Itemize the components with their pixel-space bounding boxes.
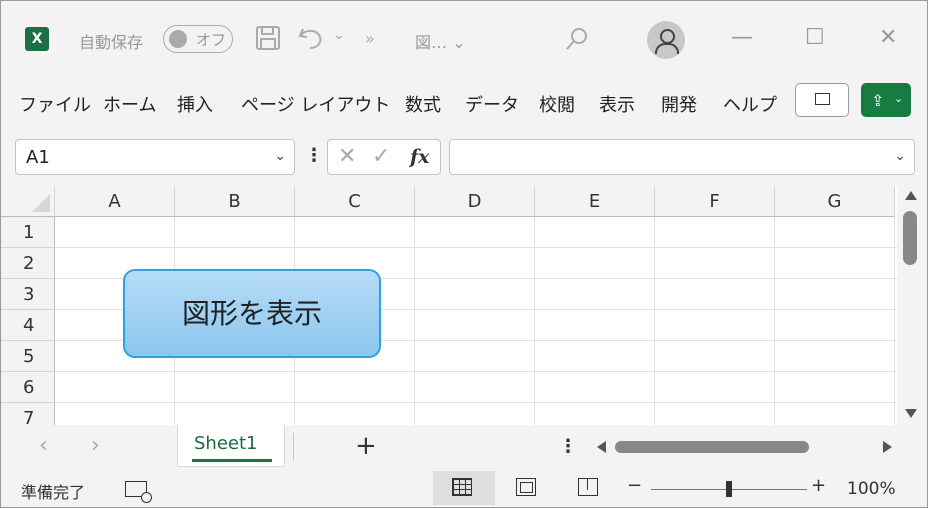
cancel-icon[interactable]: ✕ [338,144,356,169]
save-icon[interactable] [255,25,281,56]
autosave-toggle-state: オフ [196,31,227,49]
avatar[interactable] [647,21,685,59]
expand-formula-icon[interactable]: ⌄ [894,148,906,164]
share-icon: ⇪ [871,91,885,110]
tab-file[interactable]: ファイル [19,91,91,117]
name-box[interactable]: A1 ⌄ [15,139,295,175]
tab-developer[interactable]: 開発 [661,91,697,117]
column-headers: A B C D E F G [55,187,895,217]
minimize-icon[interactable]: — [731,25,753,50]
tab-page-layout[interactable]: ページ レイアウト [241,91,390,117]
status-ready: 準備完了 [21,483,86,502]
show-shape-button[interactable]: 図形を表示 [123,269,381,358]
row-headers: 1 2 3 4 5 6 7 [1,217,55,425]
maximize-icon[interactable]: ☐ [805,25,825,50]
comments-button[interactable] [795,83,849,117]
tab-review[interactable]: 校閲 [539,91,575,117]
next-sheet-icon[interactable]: › [91,433,100,458]
tab-formulas[interactable]: 数式 [405,91,441,117]
close-icon[interactable]: ✕ [879,25,897,50]
sheet-tab-bar: ‹ › Sheet1 + ⋮ [1,425,927,469]
normal-view-button[interactable] [433,471,495,505]
tab-insert[interactable]: 挿入 [177,91,213,117]
column-header[interactable]: G [775,187,895,217]
undo-dropdown-icon[interactable]: ⌄ [333,27,345,43]
zoom-in-button[interactable]: + [811,475,826,496]
row-header[interactable]: 5 [1,341,55,372]
tab-bar-more-icon[interactable]: ⋮ [559,436,577,457]
column-header[interactable]: C [295,187,415,217]
autosave-toggle[interactable]: オフ [163,25,233,53]
normal-view-icon [452,478,472,496]
worksheet-grid: A B C D E F G 1 2 3 4 5 6 7 図形を表示 [1,187,927,425]
column-header[interactable]: F [655,187,775,217]
select-all-button[interactable] [1,187,55,217]
page-layout-icon [516,478,536,496]
toggle-knob [169,30,187,48]
excel-window: X 自動保存 オフ ⌄ » 図… ⌄ — ☐ ✕ ファイル ホーム 挿入 ページ… [0,0,928,508]
logo-letter: X [31,31,43,47]
share-dropdown-icon: ⌄ [894,92,904,105]
title-bar: X 自動保存 オフ ⌄ » 図… ⌄ — ☐ ✕ [1,1,927,79]
formula-bar-more-icon[interactable]: ⋮ [305,145,323,166]
tab-data[interactable]: データ [465,91,519,117]
macro-recording-icon[interactable] [125,481,152,503]
formula-input[interactable]: ⌄ [449,139,915,175]
scroll-down-icon[interactable] [905,409,917,418]
divider [293,433,294,461]
row-header[interactable]: 3 [1,279,55,310]
status-bar: 準備完了 − + 100% [1,469,927,507]
share-button[interactable]: ⇪ ⌄ [861,83,911,117]
ribbon-tabs: ファイル ホーム 挿入 ページ レイアウト 数式 データ 校閲 表示 開発 ヘル… [1,79,927,127]
vertical-scroll-thumb[interactable] [903,211,917,265]
row-header[interactable]: 6 [1,372,55,403]
page-break-view-button[interactable] [559,471,621,505]
tab-home[interactable]: ホーム [103,91,156,117]
tab-view[interactable]: 表示 [599,91,635,117]
zoom-slider-handle[interactable] [726,481,732,497]
previous-sheet-icon[interactable]: ‹ [39,433,48,458]
name-box-value: A1 [26,147,50,168]
vertical-scrollbar[interactable] [897,187,927,425]
row-header[interactable]: 1 [1,217,55,248]
comment-icon [815,93,830,105]
insert-function-icon[interactable]: fx [410,146,430,168]
row-header[interactable]: 2 [1,248,55,279]
column-header[interactable]: E [535,187,655,217]
column-header[interactable]: A [55,187,175,217]
overflow-icon[interactable]: » [365,29,375,48]
document-title[interactable]: 図… ⌄ [415,29,466,53]
sheet-tab-label: Sheet1 [194,433,258,454]
scroll-up-icon[interactable] [905,191,917,200]
scroll-left-icon[interactable] [597,441,606,453]
formula-bar: A1 ⌄ ⋮ ✕ ✓ fx ⌄ [1,127,927,187]
tab-help[interactable]: ヘルプ [723,91,777,117]
row-header[interactable]: 4 [1,310,55,341]
sheet-tab-sheet1[interactable]: Sheet1 [177,425,285,467]
horizontal-scroll-thumb[interactable] [615,441,809,453]
page-break-icon [578,478,598,496]
name-box-dropdown-icon[interactable]: ⌄ [274,148,286,164]
excel-logo-icon: X [25,27,53,51]
zoom-level[interactable]: 100% [847,479,896,499]
enter-icon[interactable]: ✓ [372,144,390,169]
autosave-label: 自動保存 [79,33,144,52]
page-layout-view-button[interactable] [497,471,559,505]
zoom-out-button[interactable]: − [627,475,642,496]
add-sheet-button[interactable]: + [355,431,377,461]
search-icon[interactable] [565,27,589,56]
row-header[interactable]: 7 [1,403,55,425]
formula-buttons: ✕ ✓ fx [327,139,441,175]
undo-icon[interactable] [297,25,325,56]
column-header[interactable]: D [415,187,535,217]
scroll-right-icon[interactable] [883,441,892,453]
column-header[interactable]: B [175,187,295,217]
